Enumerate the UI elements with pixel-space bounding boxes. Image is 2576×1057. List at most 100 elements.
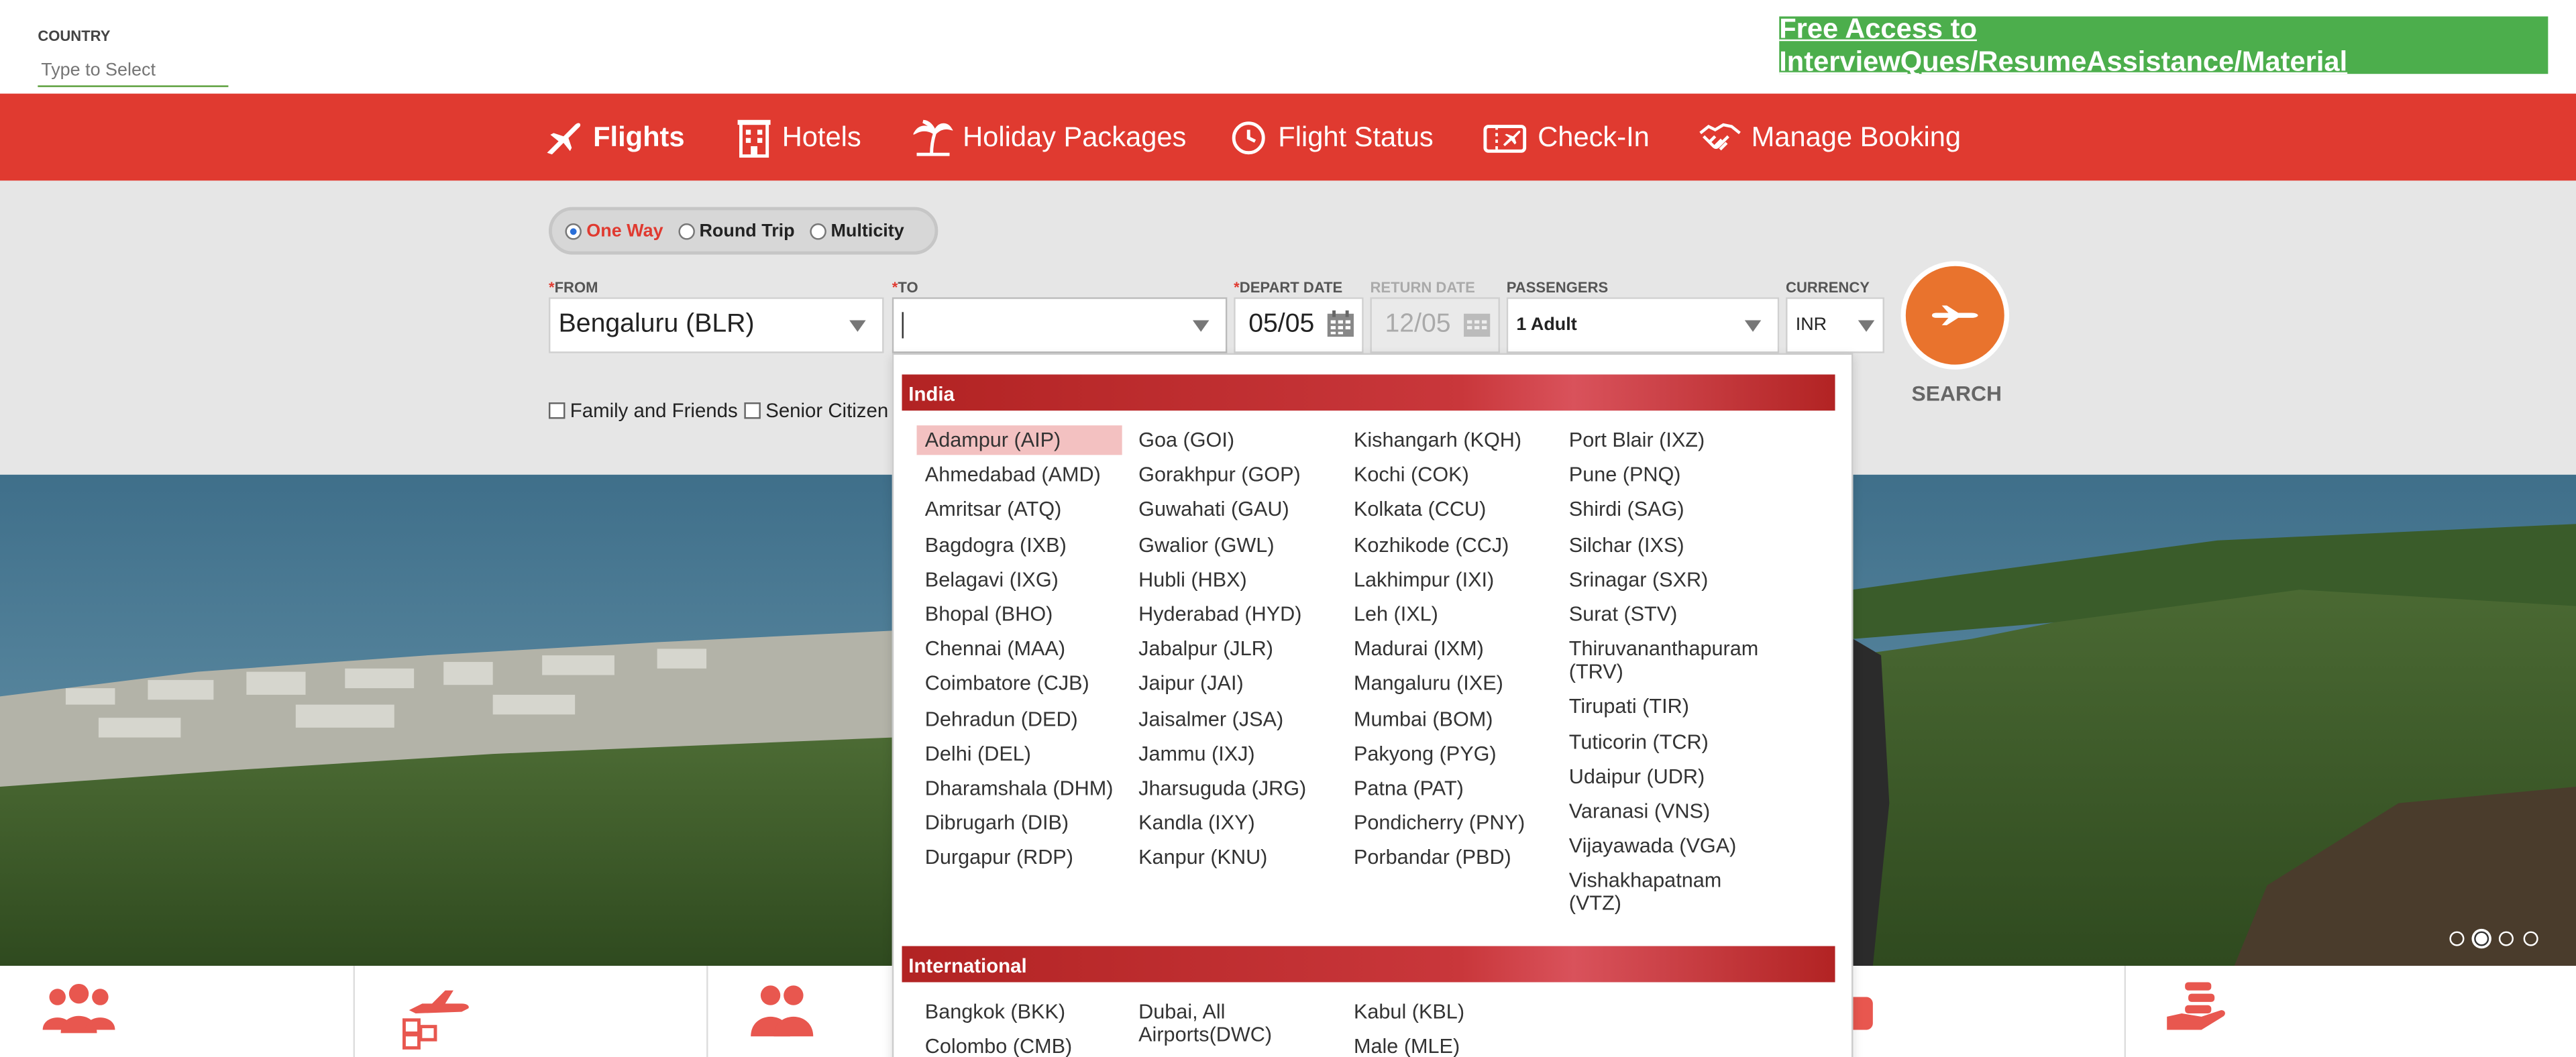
depart-date-value: 05/05 [1248, 310, 1315, 339]
airport-option[interactable]: Gwalior (GWL) [1130, 530, 1336, 559]
airport-option[interactable]: Port Blair (IXZ) [1561, 425, 1766, 455]
airport-option[interactable]: Udaipur (UDR) [1561, 762, 1766, 791]
airport-option[interactable]: Jharsuguda (JRG) [1130, 773, 1336, 803]
airport-option[interactable]: Kolkata (CCU) [1346, 495, 1551, 524]
round-trip-radio[interactable]: Round Trip [678, 221, 795, 241]
airport-option[interactable]: Shirdi (SAG) [1561, 495, 1766, 524]
airport-option[interactable]: Guwahati (GAU) [1130, 495, 1336, 524]
airport-option[interactable]: Pondicherry (PNY) [1346, 808, 1551, 838]
airport-option[interactable]: Dubai, All Airports(DWC) [1130, 997, 1336, 1050]
airport-option[interactable]: Dibrugarh (DIB) [917, 808, 1122, 838]
group-people-icon[interactable] [41, 981, 117, 1040]
airport-option[interactable]: Patna (PAT) [1346, 773, 1551, 803]
trip-type-selector: One Way Round Trip Multicity [548, 207, 938, 255]
country-input[interactable] [38, 54, 229, 87]
main-nav: Flights Hotels Holiday Packages Flight S… [0, 93, 2576, 181]
multicity-radio[interactable]: Multicity [809, 221, 904, 241]
airport-option[interactable]: Jabalpur (JLR) [1130, 634, 1336, 664]
calendar-icon[interactable] [1326, 309, 1355, 338]
airport-option[interactable]: Kandla (IXY) [1130, 808, 1336, 838]
airport-option[interactable]: Chennai (MAA) [917, 634, 1122, 664]
return-date-input[interactable]: 12/05 [1370, 297, 1500, 353]
divider [353, 966, 355, 1057]
to-input[interactable] [892, 297, 1228, 353]
carousel-dot[interactable] [2523, 931, 2538, 946]
airport-option[interactable]: Gorakhpur (GOP) [1130, 460, 1336, 490]
airport-option[interactable]: Vishakhapatnam (VTZ) [1561, 867, 1766, 919]
nav-flight-status[interactable]: Flight Status [1229, 94, 1434, 181]
airport-option[interactable]: Jaisalmer (JSA) [1130, 704, 1336, 734]
from-value: Bengaluru (BLR) [558, 310, 755, 339]
airport-option[interactable]: Leh (IXL) [1346, 600, 1551, 629]
airport-option[interactable]: Kishangarh (KQH) [1346, 425, 1551, 455]
couple-people-icon[interactable] [747, 981, 816, 1040]
nav-flights[interactable]: Flights [544, 94, 685, 181]
airport-option[interactable]: Amritsar (ATQ) [917, 495, 1122, 524]
airport-option[interactable]: Varanasi (VNS) [1561, 797, 1766, 826]
airport-option[interactable]: Kabul (KBL) [1346, 997, 1551, 1027]
airport-option[interactable]: Madurai (IXM) [1346, 634, 1551, 664]
carousel-dot[interactable] [2498, 931, 2514, 946]
return-date-value: 12/05 [1385, 310, 1451, 339]
family-friends-checkbox[interactable]: Family and Friends [548, 399, 738, 422]
airport-option[interactable]: Thiruvananthapuram (TRV) [1561, 634, 1766, 687]
airport-option[interactable]: Coimbatore (CJB) [917, 669, 1122, 699]
airport-option[interactable]: Jaipur (JAI) [1130, 669, 1336, 699]
one-way-radio[interactable]: One Way [565, 221, 663, 241]
airport-option[interactable]: Ahmedabad (AMD) [917, 460, 1122, 490]
airport-option[interactable]: Silchar (IXS) [1561, 530, 1766, 559]
airport-option[interactable]: Adampur (AIP) [916, 425, 1122, 455]
nav-check-in[interactable]: Check-In [1482, 94, 1650, 181]
airport-option[interactable]: Srinagar (SXR) [1561, 565, 1766, 594]
free-access-button[interactable]: Free Access to InterviewQues/ResumeAssis… [1779, 12, 2548, 76]
nav-flight-status-label: Flight Status [1278, 121, 1434, 152]
carousel-dot[interactable] [2449, 931, 2465, 946]
nav-hotels[interactable]: Hotels [736, 94, 861, 181]
airport-option[interactable]: Lakhimpur (IXI) [1346, 565, 1551, 594]
airport-option[interactable]: Tirupati (TIR) [1561, 692, 1766, 722]
carousel-dot-active[interactable] [2474, 931, 2489, 946]
passengers-select[interactable]: 1 Adult [1506, 297, 1780, 353]
passengers-label: PASSENGERS [1506, 279, 1609, 296]
airport-option[interactable]: Mangaluru (IXE) [1346, 669, 1551, 699]
search-button[interactable] [1900, 261, 2010, 370]
text-cursor [902, 312, 904, 339]
airport-option[interactable]: Bagdogra (IXB) [917, 530, 1122, 559]
airport-option[interactable]: Colombo (CMB) [917, 1032, 1122, 1057]
airport-option[interactable]: Kozhikode (CCJ) [1346, 530, 1551, 559]
airport-option[interactable]: Goa (GOI) [1130, 425, 1336, 455]
nav-manage-booking[interactable]: Manage Booking [1699, 94, 1961, 181]
airport-option[interactable]: Delhi (DEL) [917, 739, 1122, 769]
airport-option[interactable]: Tuticorin (TCR) [1561, 727, 1766, 757]
airport-option[interactable]: Pakyong (PYG) [1346, 739, 1551, 769]
currency-select[interactable]: INR [1786, 297, 1884, 353]
cargo-plane-icon[interactable] [399, 981, 472, 1050]
airport-option[interactable]: Dharamshala (DHM) [917, 773, 1122, 803]
nav-holiday-packages[interactable]: Holiday Packages [913, 94, 1187, 181]
hand-coins-icon[interactable] [2165, 981, 2228, 1033]
senior-citizen-checkbox[interactable]: Senior Citizen [744, 399, 888, 422]
airport-option[interactable]: Surat (STV) [1561, 600, 1766, 629]
airport-option[interactable]: Bhopal (BHO) [917, 600, 1122, 629]
airport-option[interactable]: Kanpur (KNU) [1130, 843, 1336, 873]
airport-option[interactable]: Belagavi (IXG) [917, 565, 1122, 594]
airport-option[interactable]: Male (MLE) [1346, 1032, 1551, 1057]
airport-option[interactable]: Durgapur (RDP) [917, 843, 1122, 873]
carousel-dots [2449, 931, 2538, 946]
airport-option[interactable]: Porbandar (PBD) [1346, 843, 1551, 873]
airport-option[interactable]: Bangkok (BKK) [917, 997, 1122, 1027]
airport-option[interactable]: Vijayawada (VGA) [1561, 832, 1766, 861]
depart-date-input[interactable]: 05/05 [1234, 297, 1364, 353]
airport-option[interactable]: Jammu (IXJ) [1130, 739, 1336, 769]
nav-holiday-label: Holiday Packages [963, 121, 1187, 152]
from-select[interactable]: Bengaluru (BLR) [548, 297, 884, 353]
return-date-label: RETURN DATE [1370, 279, 1475, 296]
chevron-down-icon [849, 320, 866, 332]
airport-option[interactable]: Dehradun (DED) [917, 704, 1122, 734]
airport-option[interactable]: Hubli (HBX) [1130, 565, 1336, 594]
airport-option[interactable]: Mumbai (BOM) [1346, 704, 1551, 734]
airport-option[interactable]: Pune (PNQ) [1561, 460, 1766, 490]
airport-option[interactable]: Kochi (COK) [1346, 460, 1551, 490]
calendar-icon[interactable] [1462, 309, 1492, 338]
airport-option[interactable]: Hyderabad (HYD) [1130, 600, 1336, 629]
